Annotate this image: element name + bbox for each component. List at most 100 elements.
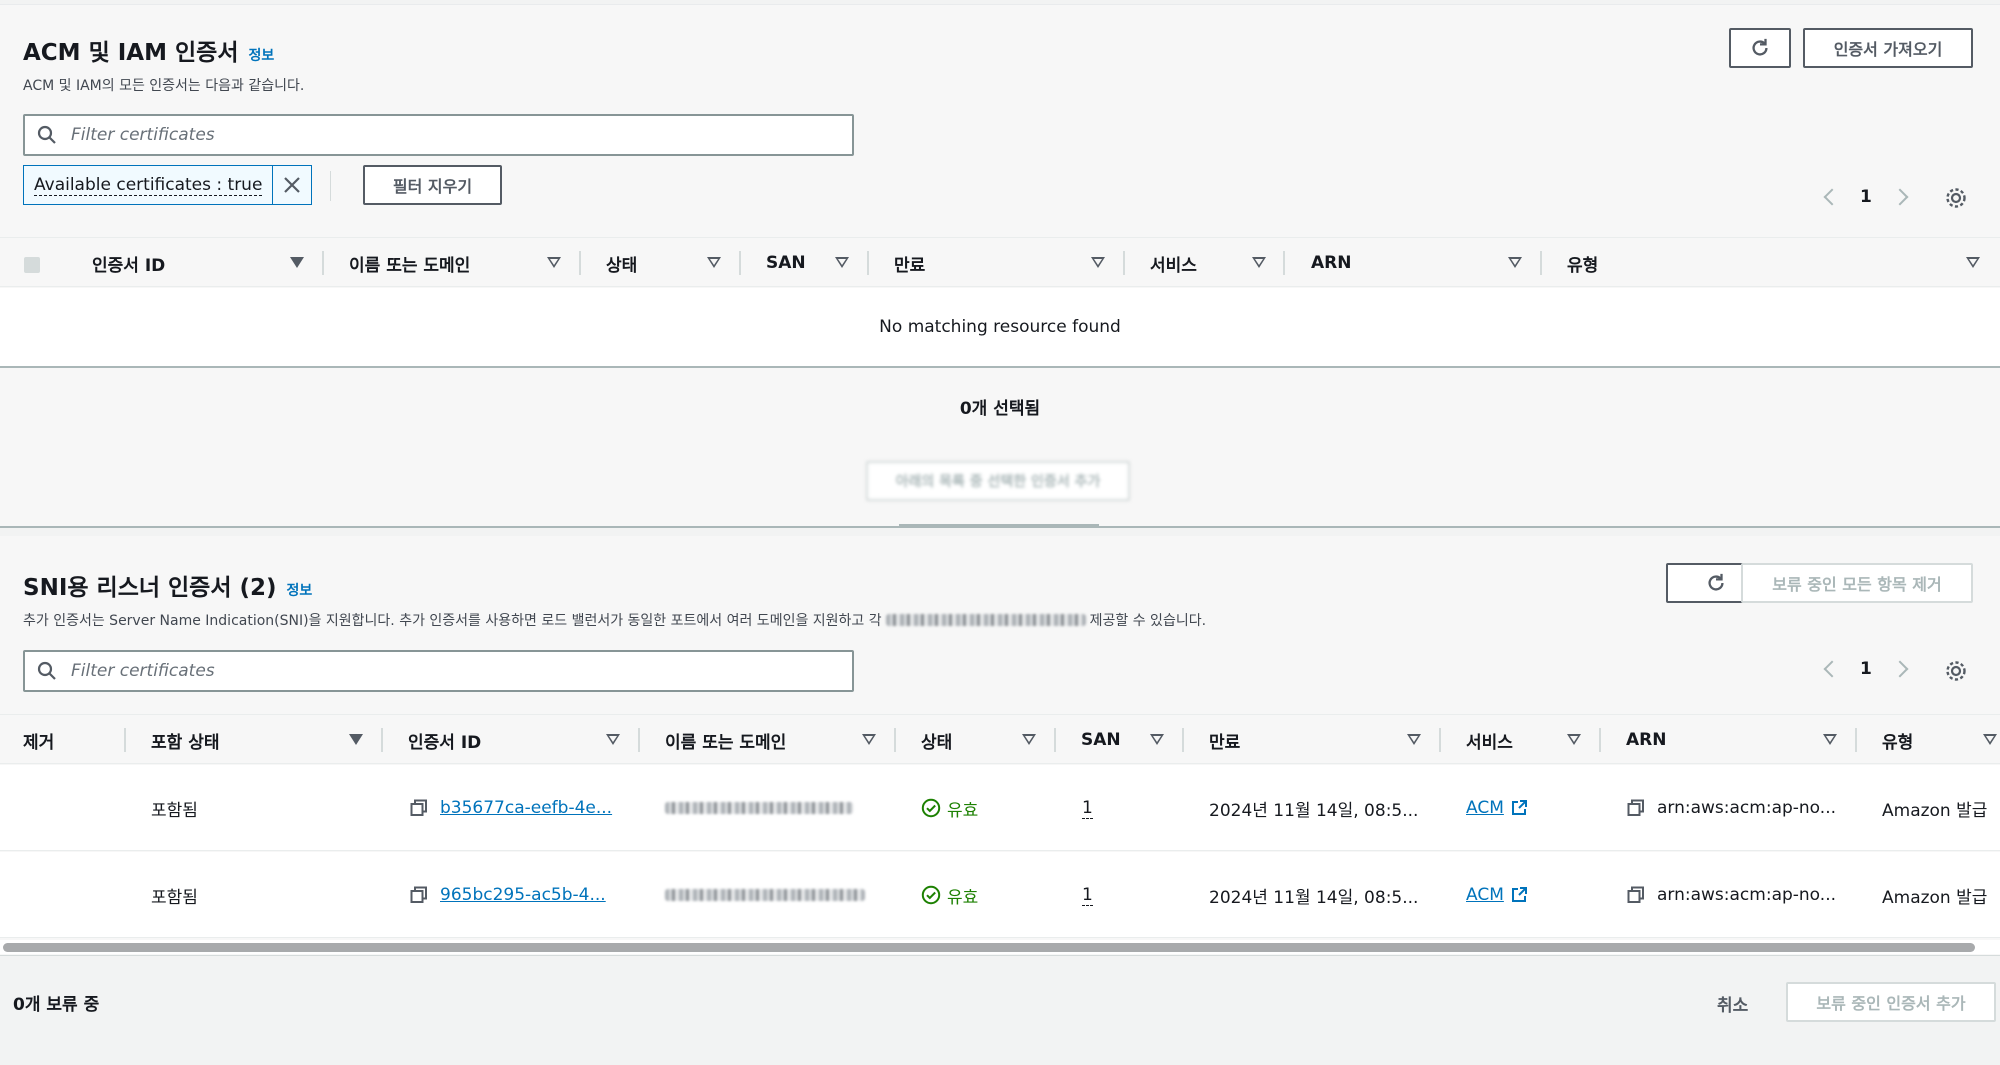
col-resizer[interactable] — [1123, 251, 1125, 275]
acm-pagination: 1 — [1823, 187, 1909, 207]
col-resizer[interactable] — [1439, 728, 1441, 752]
col-resizer[interactable] — [1855, 728, 1857, 752]
sort-icon[interactable] — [1983, 734, 1997, 745]
sort-icon[interactable] — [835, 257, 849, 268]
select-all-checkbox[interactable] — [24, 257, 40, 273]
acm-search-placeholder: Filter certificates — [71, 125, 215, 145]
filter-token[interactable]: Available certificates : true — [23, 165, 313, 205]
copy-icon[interactable] — [410, 799, 428, 817]
col-resizer[interactable] — [381, 728, 383, 752]
settings-icon[interactable] — [1944, 659, 1968, 683]
col-resizer[interactable] — [1182, 728, 1184, 752]
col-certificate-id[interactable]: 인증서 ID — [92, 238, 165, 288]
acm-refresh-button[interactable] — [1729, 28, 1791, 68]
col-expiry[interactable]: 만료 — [1209, 715, 1240, 765]
previous-page-icon[interactable] — [1823, 660, 1841, 678]
horizontal-scrollbar[interactable] — [3, 943, 1975, 952]
expiry-cell: 2024년 11월 14일, 08:5... — [1209, 887, 1419, 908]
col-resizer[interactable] — [894, 728, 896, 752]
service-link[interactable]: ACM — [1466, 885, 1504, 905]
selected-count: 0개 선택됨 — [959, 399, 1041, 419]
external-link-icon[interactable] — [1510, 886, 1528, 904]
col-status[interactable]: 상태 — [606, 238, 637, 288]
col-resizer[interactable] — [579, 251, 581, 275]
sort-icon[interactable] — [1966, 257, 1980, 268]
san-count[interactable]: 1 — [1082, 885, 1093, 906]
previous-page-icon[interactable] — [1823, 188, 1841, 206]
sni-description: 추가 인증서는 Server Name Indication(SNI)을 지원합… — [23, 610, 1206, 630]
sort-icon[interactable] — [606, 734, 620, 745]
col-resizer[interactable] — [1283, 251, 1285, 275]
col-resizer[interactable] — [124, 728, 126, 752]
col-remove[interactable]: 제거 — [23, 715, 54, 765]
col-arn[interactable]: ARN — [1626, 715, 1666, 765]
acm-search-input[interactable]: Filter certificates — [23, 114, 854, 156]
col-resizer[interactable] — [867, 251, 869, 275]
table-row: 포함됨 965bc295-ac5b-4... 유효 1 2024년 11월 14… — [0, 852, 2000, 938]
col-resizer[interactable] — [1054, 728, 1056, 752]
service-link[interactable]: ACM — [1466, 798, 1504, 818]
copy-icon[interactable] — [1627, 886, 1645, 904]
add-selected-certificates-button[interactable]: 아래의 목록 중 선택한 인증서 추가 — [866, 461, 1130, 501]
copy-icon[interactable] — [1627, 799, 1645, 817]
col-resizer[interactable] — [322, 251, 324, 275]
sni-info-link[interactable]: 정보 — [287, 580, 313, 600]
col-service[interactable]: 서비스 — [1466, 715, 1513, 765]
copy-icon[interactable] — [410, 886, 428, 904]
sort-desc-icon[interactable] — [349, 734, 363, 745]
resize-handle[interactable] — [899, 524, 1099, 528]
col-san[interactable]: SAN — [766, 238, 806, 288]
col-inclusion-status[interactable]: 포함 상태 — [151, 715, 219, 765]
col-status[interactable]: 상태 — [921, 715, 952, 765]
col-san[interactable]: SAN — [1081, 715, 1121, 765]
col-resizer[interactable] — [1599, 728, 1601, 752]
import-certificate-button[interactable]: 인증서 가져오기 — [1803, 28, 1973, 68]
sni-listener-certificates-panel: SNI용 리스너 인증서 (2) 정보 추가 인증서는 Server Name … — [0, 536, 2000, 956]
sort-icon[interactable] — [1407, 734, 1421, 745]
external-link-icon[interactable] — [1510, 799, 1528, 817]
sort-desc-icon[interactable] — [290, 257, 304, 268]
col-resizer[interactable] — [1540, 251, 1542, 275]
clear-filters-button[interactable]: 필터 지우기 — [363, 165, 502, 205]
settings-icon[interactable] — [1944, 186, 1968, 210]
col-certificate-id[interactable]: 인증서 ID — [408, 715, 481, 765]
col-resizer[interactable] — [739, 251, 741, 275]
sort-icon[interactable] — [1252, 257, 1266, 268]
acm-info-link[interactable]: 정보 — [248, 45, 274, 65]
sni-table-header: 제거 포함 상태 인증서 ID 이름 또는 도메인 상태 SAN 만료 서비스 … — [0, 714, 2000, 764]
sort-icon[interactable] — [1150, 734, 1164, 745]
certificate-id-link[interactable]: 965bc295-ac5b-4... — [440, 885, 606, 905]
sni-search-placeholder: Filter certificates — [71, 661, 215, 681]
next-page-icon[interactable] — [1891, 660, 1909, 678]
san-count[interactable]: 1 — [1082, 798, 1093, 819]
remove-all-pending-button[interactable]: 보류 중인 모든 항목 제거 — [1741, 563, 1973, 603]
sort-icon[interactable] — [707, 257, 721, 268]
certificate-id-link[interactable]: b35677ca-eefb-4e... — [440, 798, 612, 818]
acm-iam-certificates-panel: ACM 및 IAM 인증서 정보 ACM 및 IAM의 모든 인증서는 다음과 … — [0, 4, 2000, 528]
status-text: 유효 — [947, 887, 979, 908]
sort-icon[interactable] — [862, 734, 876, 745]
cancel-button[interactable]: 취소 — [1717, 991, 1748, 1016]
sni-header: SNI용 리스너 인증서 (2) 정보 — [23, 568, 312, 602]
sort-icon[interactable] — [1022, 734, 1036, 745]
col-service[interactable]: 서비스 — [1150, 238, 1197, 288]
sort-icon[interactable] — [1823, 734, 1837, 745]
col-type[interactable]: 유형 — [1567, 238, 1598, 288]
sort-icon[interactable] — [1091, 257, 1105, 268]
col-name-domain[interactable]: 이름 또는 도메인 — [349, 238, 470, 288]
next-page-icon[interactable] — [1891, 188, 1909, 206]
current-page[interactable]: 1 — [1860, 659, 1872, 679]
sort-icon[interactable] — [1567, 734, 1581, 745]
sort-icon[interactable] — [547, 257, 561, 268]
col-resizer[interactable] — [638, 728, 640, 752]
col-name-domain[interactable]: 이름 또는 도메인 — [665, 715, 786, 765]
col-arn[interactable]: ARN — [1311, 238, 1351, 288]
remove-filter-button[interactable] — [273, 166, 311, 204]
add-pending-certificates-button[interactable]: 보류 중인 인증서 추가 — [1786, 982, 1996, 1022]
current-page[interactable]: 1 — [1860, 187, 1872, 207]
col-type[interactable]: 유형 — [1882, 715, 1913, 765]
sni-search-input[interactable]: Filter certificates — [23, 650, 854, 692]
search-icon — [37, 125, 56, 144]
col-expiry[interactable]: 만료 — [894, 238, 925, 288]
sort-icon[interactable] — [1508, 257, 1522, 268]
